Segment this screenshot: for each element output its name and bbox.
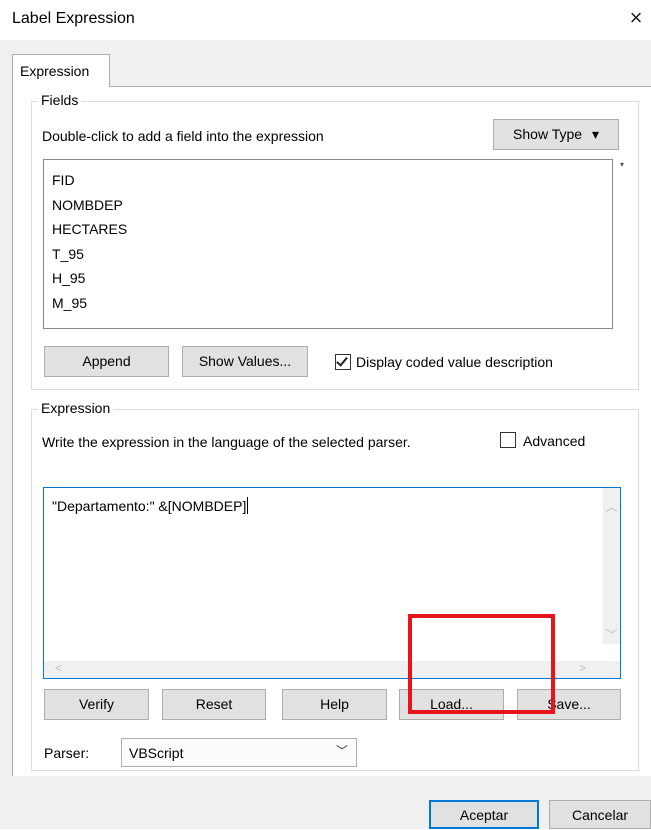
advanced-label[interactable]: Advanced — [523, 433, 585, 449]
scrollbar-corner — [603, 661, 620, 678]
parser-label: Parser: — [44, 745, 90, 761]
list-item[interactable]: M_95 — [44, 291, 612, 316]
accept-button[interactable]: Aceptar — [429, 800, 539, 829]
vertical-scrollbar[interactable]: ︿ ﹀ — [603, 488, 620, 644]
expression-instruction: Write the expression in the language of … — [42, 434, 411, 450]
scroll-up-icon[interactable]: ︿ — [603, 498, 620, 515]
highlight-annotation — [408, 614, 555, 714]
show-type-button[interactable]: Show Type ▾ — [493, 119, 619, 150]
list-item[interactable]: NOMBDEP — [44, 193, 612, 218]
display-coded-checkbox[interactable] — [335, 354, 351, 370]
scroll-down-icon[interactable]: ﹀ — [603, 626, 620, 643]
check-icon — [336, 354, 348, 367]
title-bar: Label Expression × — [0, 0, 651, 40]
chevron-down-icon: ﹀ — [335, 744, 348, 758]
close-icon[interactable]: × — [621, 3, 651, 35]
tab-expression[interactable]: Expression — [12, 54, 110, 87]
verify-button[interactable]: Verify — [44, 689, 149, 720]
list-item[interactable]: H_95 — [44, 266, 612, 291]
list-resize-icon: ▾ — [620, 160, 625, 169]
expression-text: "Departamento:" &[NOMBDEP] — [52, 498, 247, 514]
fields-instruction: Double-click to add a field into the exp… — [42, 128, 324, 144]
fields-group-label: Fields — [38, 92, 82, 108]
scroll-left-icon[interactable]: < — [50, 661, 67, 675]
show-type-label: Show Type — [513, 126, 583, 142]
reset-button[interactable]: Reset — [162, 689, 266, 720]
label-expression-dialog: Label Expression × Expression Fields Dou… — [0, 0, 651, 829]
text-caret — [247, 497, 249, 514]
help-button[interactable]: Help — [282, 689, 387, 720]
cancel-button[interactable]: Cancelar — [549, 800, 651, 829]
fields-listbox[interactable]: FID NOMBDEP HECTARES T_95 H_95 M_95 — [43, 159, 613, 329]
scroll-right-icon[interactable]: > — [574, 661, 591, 675]
list-item[interactable]: FID — [44, 168, 612, 193]
parser-value: VBScript — [129, 745, 184, 761]
dialog-title: Label Expression — [12, 10, 135, 27]
advanced-checkbox[interactable] — [500, 432, 516, 448]
expression-text-line: "Departamento:" &[NOMBDEP] — [52, 497, 249, 514]
list-item[interactable]: T_95 — [44, 242, 612, 267]
show-values-button[interactable]: Show Values... — [182, 346, 308, 377]
parser-select[interactable]: VBScript ﹀ — [121, 738, 357, 767]
append-button[interactable]: Append — [44, 346, 169, 377]
display-coded-label[interactable]: Display coded value description — [356, 354, 553, 370]
list-item[interactable]: HECTARES — [44, 217, 612, 242]
chevron-down-icon: ▾ — [591, 126, 599, 142]
expression-group-label: Expression — [38, 400, 114, 416]
